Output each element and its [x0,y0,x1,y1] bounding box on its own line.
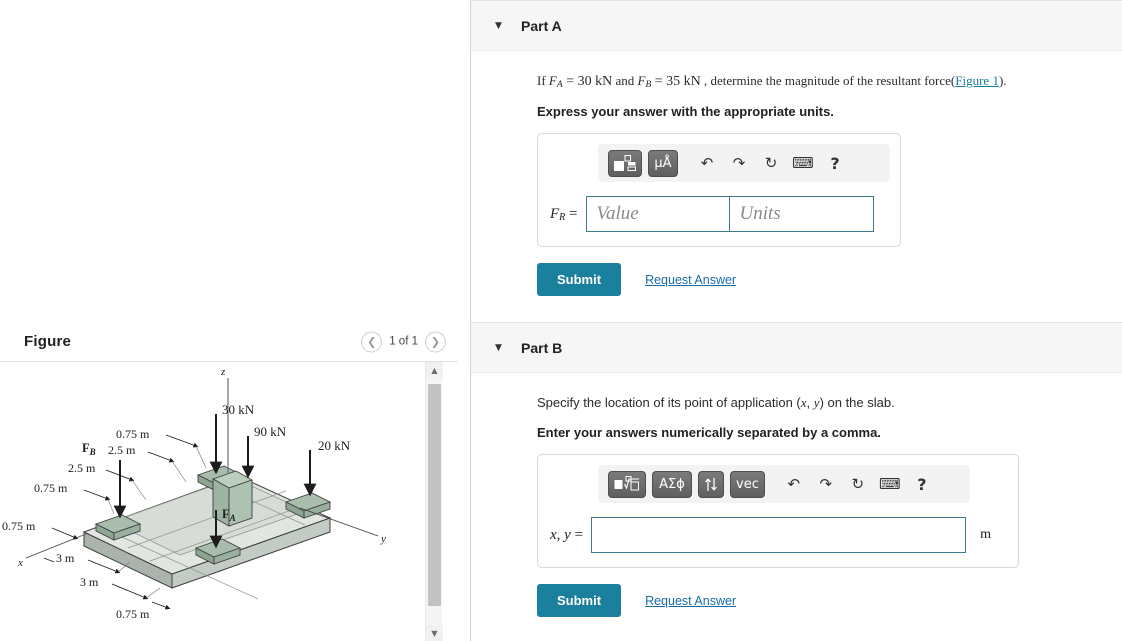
part-a-title: Part A [521,17,562,34]
svg-text:0.75 m: 0.75 m [34,481,68,495]
svg-text:x: x [17,557,23,569]
question-pane: ▼ Part A If FA = 30 kN and FB = 35 kN , … [471,0,1122,641]
part-b-math-toolbar: ΑΣϕ vec ↶ ↷ ↻ ⌨ ? [598,465,970,503]
part-a-math-toolbar: μÅ ↶ ↷ ↻ ⌨ ? [598,144,890,182]
figure-pager: ❮ 1 of 1 ❯ [361,331,446,352]
figure-1-link[interactable]: Figure 1 [955,73,999,88]
units-input[interactable] [728,196,874,232]
keyboard-icon[interactable]: ⌨ [877,471,903,498]
fb-value: = 35 kN [651,74,701,89]
figure-title: Figure [24,333,72,350]
help-icon[interactable]: ? [822,150,848,177]
vector-icon[interactable]: vec [730,470,765,498]
q-lead: If [537,73,549,88]
svg-text:z: z [220,366,226,378]
svg-text:2.5 m: 2.5 m [108,443,136,457]
part-a-header[interactable]: ▼ Part A [471,0,1122,51]
svg-text:3 m: 3 m [56,551,75,565]
xy-label: x, y = [550,526,584,543]
updown-arrows-icon[interactable] [698,470,724,498]
template-glyph [614,154,636,171]
part-b-field-row: x, y = m [550,517,1006,553]
unit-label: m [980,527,991,542]
caret-down-icon[interactable]: ▼ [495,21,509,31]
part-a-instruction: Express your answer with the appropriate… [537,104,834,119]
reset-icon[interactable]: ↻ [845,471,871,498]
svg-text:y: y [380,533,386,545]
part-b-answer-box: ΑΣϕ vec ↶ ↷ ↻ ⌨ ? x, y = m [537,454,1019,568]
part-a-body: If FA = 30 kN and FB = 35 kN , determine… [495,51,1122,296]
part-b-body: Specify the location of its point of app… [495,373,1122,617]
template-radical-glyph [614,475,639,490]
svg-text:30 kN: 30 kN [222,402,255,417]
part-a-request-answer-link[interactable]: Request Answer [645,273,736,287]
updown-glyph [705,477,717,491]
svg-text:90 kN: 90 kN [254,424,287,439]
math-template-icon[interactable] [608,149,642,177]
keyboard-icon[interactable]: ⌨ [790,150,816,177]
scroll-down-button[interactable]: ▼ [426,625,443,641]
fr-label: FR = [550,205,578,223]
part-b-block: ▼ Part B Specify the location of its poi… [471,322,1122,617]
q-end: ). [998,73,1007,88]
reset-icon[interactable]: ↻ [758,150,784,177]
figure-page-label: 1 of 1 [389,335,418,348]
part-b-request-answer-link[interactable]: Request Answer [645,594,736,608]
fa-value: = 30 kN [562,74,613,89]
value-input[interactable] [585,196,729,232]
figure-prev-button[interactable]: ❮ [361,331,383,352]
slab-loading-diagram: z y x 30 kN 90 kN 20 kN FB FA 0.75 m 2.5… [2,366,386,621]
caret-down-icon[interactable]: ▼ [495,343,509,353]
figure-diagram: z y x 30 kN 90 kN 20 kN FB FA 0.75 m 2.5… [0,362,432,641]
part-a-actions: Submit Request Answer [537,263,1122,296]
figure-pane: Figure ❮ 1 of 1 ❯ z y x 30 kN 90 kN 20 k… [0,0,470,641]
greek-letters-icon[interactable]: ΑΣϕ [652,470,692,498]
q-mid: and [612,73,638,88]
svg-text:FB: FB [82,441,96,457]
math-template-radical-icon[interactable] [608,470,646,498]
units-icon[interactable]: μÅ [648,149,678,177]
svg-text:20 kN: 20 kN [318,438,351,453]
redo-icon[interactable]: ↷ [726,150,752,177]
scroll-up-button[interactable]: ▲ [426,362,443,379]
part-b-actions: Submit Request Answer [537,584,1122,617]
redo-icon[interactable]: ↷ [813,471,839,498]
svg-text:0.75 m: 0.75 m [116,427,150,441]
help-icon[interactable]: ? [909,471,935,498]
figure-body: z y x 30 kN 90 kN 20 kN FB FA 0.75 m 2.5… [0,361,458,641]
svg-text:2.5 m: 2.5 m [68,461,96,475]
part-b-title: Part B [521,339,563,356]
xy-input[interactable] [591,517,967,553]
part-b-question: Specify the location of its point of app… [537,395,1122,411]
part-a-answer-box: μÅ ↶ ↷ ↻ ⌨ ? FR = [537,133,901,247]
page-root: Figure ❮ 1 of 1 ❯ z y x 30 kN 90 kN 20 k… [0,0,1122,641]
figure-scrollbar[interactable]: ▲ ▼ [425,362,443,641]
part-a-block: ▼ Part A If FA = 30 kN and FB = 35 kN , … [471,0,1122,296]
part-a-question: If FA = 30 kN and FB = 35 kN , determine… [537,73,1007,90]
fa-symbol: F [548,73,557,88]
svg-text:3 m: 3 m [80,575,99,589]
scrollbar-thumb[interactable] [428,384,441,606]
undo-icon[interactable]: ↶ [694,150,720,177]
part-a-field-row: FR = [550,196,888,232]
q-post: ) on the slab. [819,395,895,410]
q-tail: , determine the magnitude of the resulta… [700,73,951,88]
part-a-submit-button[interactable]: Submit [537,263,622,296]
q-comma: , [806,395,814,410]
part-b-header[interactable]: ▼ Part B [471,322,1122,373]
figure-next-button[interactable]: ❯ [425,331,446,352]
undo-icon[interactable]: ↶ [781,471,807,498]
q-pre: Specify the location of its point of app… [537,395,801,410]
part-b-submit-button[interactable]: Submit [537,584,622,617]
svg-text:0.75 m: 0.75 m [2,519,36,533]
part-b-instruction: Enter your answers numerically separated… [537,425,881,440]
svg-text:0.75 m: 0.75 m [116,607,150,621]
figure-header: Figure ❮ 1 of 1 ❯ [0,323,458,360]
